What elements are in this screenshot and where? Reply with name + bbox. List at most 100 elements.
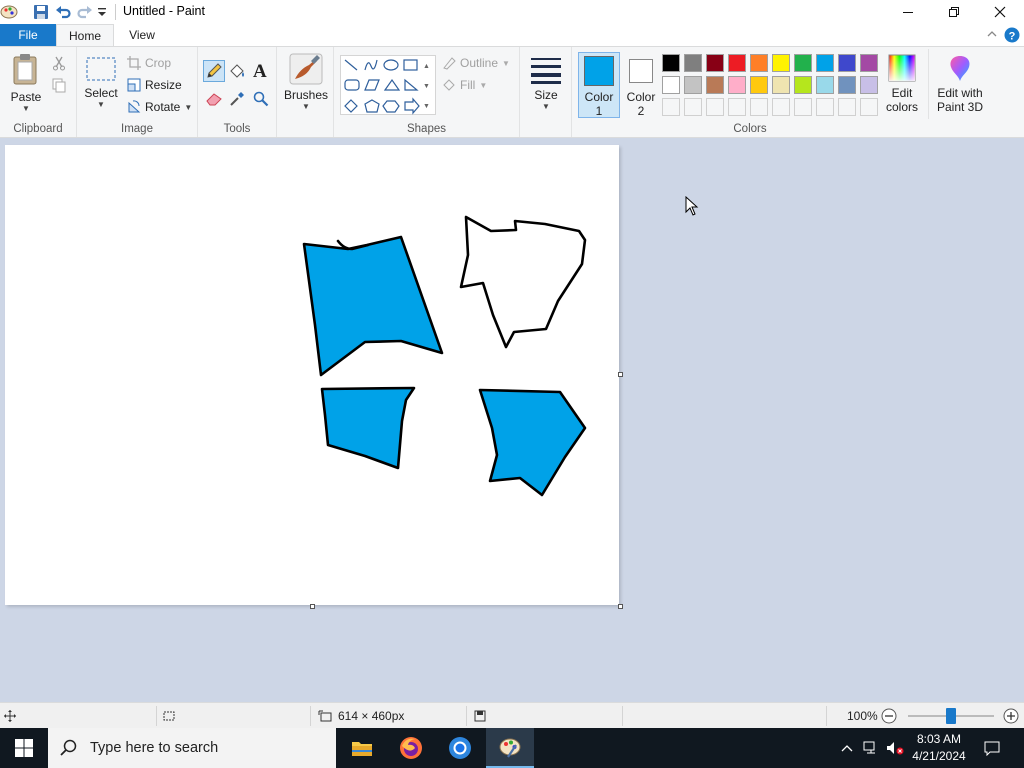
- help-icon[interactable]: ?: [1004, 27, 1020, 46]
- paint-app-icon[interactable]: [0, 4, 18, 23]
- network-icon[interactable]: [860, 728, 882, 768]
- palette-swatch[interactable]: [728, 54, 746, 72]
- windows-logo-icon: [15, 739, 33, 757]
- palette-swatch[interactable]: [816, 76, 834, 94]
- redo-icon[interactable]: [77, 4, 93, 23]
- resize-handle-bottom[interactable]: [310, 604, 315, 609]
- pencil-icon[interactable]: [203, 60, 225, 82]
- eraser-icon[interactable]: [205, 91, 223, 110]
- start-button[interactable]: [0, 728, 48, 768]
- palette-swatch[interactable]: [860, 76, 878, 94]
- taskbar-clock[interactable]: 8:03 AM 4/21/2024: [908, 731, 970, 765]
- custom-color-slot[interactable]: [750, 98, 768, 116]
- edit-with-paint3d-button[interactable]: Edit with Paint 3D: [932, 53, 988, 114]
- brushes-button[interactable]: Brushes ▼: [284, 53, 328, 111]
- select-button[interactable]: Select ▼: [83, 55, 119, 109]
- palette-swatch[interactable]: [772, 76, 790, 94]
- taskbar-search-box[interactable]: Type here to search: [48, 728, 336, 768]
- status-separator: [826, 706, 827, 726]
- palette-swatch[interactable]: [706, 76, 724, 94]
- status-separator: [310, 706, 311, 726]
- save-icon[interactable]: [33, 4, 49, 23]
- custom-color-slot[interactable]: [728, 98, 746, 116]
- customize-quick-access-icon[interactable]: [97, 6, 107, 21]
- zoom-out-button[interactable]: [881, 703, 897, 729]
- palette-swatch[interactable]: [750, 54, 768, 72]
- palette-swatch[interactable]: [750, 76, 768, 94]
- paint-taskbar-icon[interactable]: [486, 728, 534, 768]
- palette-swatch[interactable]: [794, 54, 812, 72]
- size-button[interactable]: Size ▼: [526, 55, 566, 111]
- paste-button[interactable]: Paste ▼: [6, 53, 46, 113]
- palette-swatch[interactable]: [794, 76, 812, 94]
- fill-bucket-icon[interactable]: [228, 63, 246, 84]
- custom-color-slot[interactable]: [684, 98, 702, 116]
- notifications-icon[interactable]: [980, 728, 1004, 768]
- chrome-icon[interactable]: [436, 728, 484, 768]
- tab-view[interactable]: View: [118, 24, 166, 46]
- restore-button[interactable]: [931, 0, 977, 24]
- paint3d-label-1: Edit with: [937, 86, 983, 100]
- select-dropdown-icon[interactable]: ▼: [83, 100, 119, 109]
- custom-color-slot[interactable]: [794, 98, 812, 116]
- edit-colors-button[interactable]: Edit colors: [882, 53, 922, 114]
- paint3d-label-2: Paint 3D: [936, 100, 984, 114]
- palette-swatch[interactable]: [860, 54, 878, 72]
- copy-icon[interactable]: [51, 77, 67, 96]
- custom-color-slot[interactable]: [706, 98, 724, 116]
- outline-dropdown-icon[interactable]: ▼: [502, 59, 510, 68]
- tab-file[interactable]: File: [0, 24, 56, 46]
- palette-swatch[interactable]: [706, 54, 724, 72]
- firefox-icon[interactable]: [387, 728, 435, 768]
- palette-swatch[interactable]: [816, 54, 834, 72]
- color1-button[interactable]: Color 1: [578, 52, 620, 118]
- palette-swatch[interactable]: [684, 54, 702, 72]
- show-hidden-icons-icon[interactable]: [838, 728, 856, 768]
- size-dropdown-icon[interactable]: ▼: [526, 102, 566, 111]
- palette-swatch[interactable]: [772, 54, 790, 72]
- close-button[interactable]: [977, 0, 1023, 24]
- zoom-slider-thumb[interactable]: [946, 708, 956, 724]
- tab-home[interactable]: Home: [56, 24, 114, 46]
- file-explorer-icon[interactable]: [338, 728, 386, 768]
- status-bar: 614 × 460px 100%: [0, 702, 1024, 728]
- palette-swatch[interactable]: [684, 76, 702, 94]
- palette-swatch[interactable]: [662, 54, 680, 72]
- undo-icon[interactable]: [55, 4, 71, 23]
- drawing-canvas[interactable]: [5, 145, 619, 605]
- palette-swatch[interactable]: [838, 54, 856, 72]
- volume-muted-icon[interactable]: [884, 728, 906, 768]
- resize-button[interactable]: Resize: [127, 75, 182, 95]
- color-picker-icon[interactable]: [229, 91, 245, 110]
- paste-dropdown-icon[interactable]: ▼: [6, 104, 46, 113]
- search-placeholder: Type here to search: [90, 740, 219, 756]
- palette-swatch[interactable]: [662, 76, 680, 94]
- rotate-dropdown-icon[interactable]: ▼: [184, 103, 192, 112]
- palette-swatch[interactable]: [728, 76, 746, 94]
- zoom-in-button[interactable]: [1003, 703, 1019, 729]
- text-tool-icon[interactable]: A: [253, 61, 267, 83]
- shapes-scroll-icon[interactable]: ▲ ▼ ▼: [423, 57, 430, 117]
- minimize-button[interactable]: [885, 0, 931, 24]
- fill-button[interactable]: Fill ▼: [442, 75, 487, 95]
- magnifier-icon[interactable]: [253, 91, 269, 110]
- color1-swatch: [584, 56, 614, 86]
- resize-handle-corner[interactable]: [618, 604, 623, 609]
- fill-dropdown-icon[interactable]: ▼: [479, 81, 487, 90]
- custom-color-slot[interactable]: [838, 98, 856, 116]
- custom-color-slot[interactable]: [816, 98, 834, 116]
- rotate-icon: [128, 100, 141, 113]
- status-separator: [466, 706, 467, 726]
- resize-handle-right[interactable]: [618, 372, 623, 377]
- cut-icon[interactable]: [51, 55, 67, 74]
- custom-color-slot[interactable]: [772, 98, 790, 116]
- rotate-button[interactable]: Rotate ▼: [127, 97, 192, 117]
- color2-button[interactable]: Color 2: [622, 52, 660, 118]
- custom-color-slot[interactable]: [860, 98, 878, 116]
- brushes-dropdown-icon[interactable]: ▼: [284, 102, 328, 111]
- palette-swatch[interactable]: [838, 76, 856, 94]
- outline-button[interactable]: Outline ▼: [442, 53, 510, 73]
- crop-button[interactable]: Crop: [127, 53, 171, 73]
- custom-color-slot[interactable]: [662, 98, 680, 116]
- minimize-ribbon-icon[interactable]: [986, 28, 998, 43]
